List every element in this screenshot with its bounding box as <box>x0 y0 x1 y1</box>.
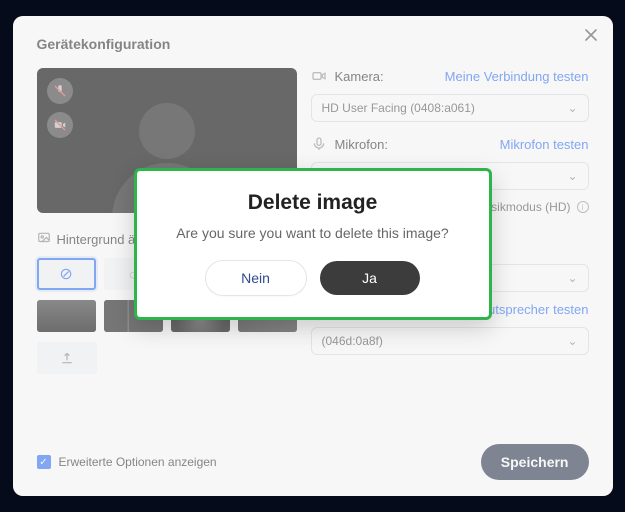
camera-select[interactable]: HD User Facing (0408:a061) ⌄ <box>311 94 589 122</box>
speaker-selected-value: (046d:0a8f) <box>322 334 383 348</box>
dialog-title: Delete image <box>161 191 465 215</box>
bg-option-none[interactable]: ⊘ <box>37 258 96 290</box>
bg-option-image-2[interactable] <box>37 300 96 332</box>
delete-image-dialog: Delete image Are you sure you want to de… <box>134 168 492 320</box>
bg-option-upload[interactable] <box>37 342 97 374</box>
modal-backdrop: Gerätekonfiguration <box>0 0 625 512</box>
microphone-icon <box>311 136 327 152</box>
speaker-select[interactable]: (046d:0a8f) ⌄ <box>311 327 589 355</box>
mic-muted-icon <box>47 78 73 104</box>
modal-title: Gerätekonfiguration <box>37 36 589 52</box>
save-button[interactable]: Speichern <box>481 444 589 480</box>
microphone-label: Mikrofon: <box>335 137 388 152</box>
chevron-down-icon: ⌄ <box>567 101 577 115</box>
advanced-options-checkbox[interactable]: ✓ Erweiterte Optionen anzeigen <box>37 455 217 469</box>
camera-selected-value: HD User Facing (0408:a061) <box>322 101 475 115</box>
close-icon[interactable] <box>585 28 597 46</box>
checkbox-checked-icon: ✓ <box>37 455 51 469</box>
chevron-down-icon: ⌄ <box>567 169 577 183</box>
yes-button[interactable]: Ja <box>320 261 420 295</box>
image-icon <box>37 231 51 248</box>
test-microphone-link[interactable]: Mikrofon testen <box>500 137 589 152</box>
camera-icon <box>311 68 327 84</box>
chevron-down-icon: ⌄ <box>567 271 577 285</box>
advanced-options-label: Erweiterte Optionen anzeigen <box>59 455 217 469</box>
test-connection-link[interactable]: Meine Verbindung testen <box>445 69 589 84</box>
no-button[interactable]: Nein <box>206 261 306 295</box>
camera-label: Kamera: <box>335 69 384 84</box>
chevron-down-icon: ⌄ <box>567 334 577 348</box>
info-icon[interactable]: i <box>577 201 589 213</box>
none-icon: ⊘ <box>59 264 72 284</box>
camera-off-icon <box>47 112 73 138</box>
dialog-message: Are you sure you want to delete this ima… <box>161 225 465 241</box>
